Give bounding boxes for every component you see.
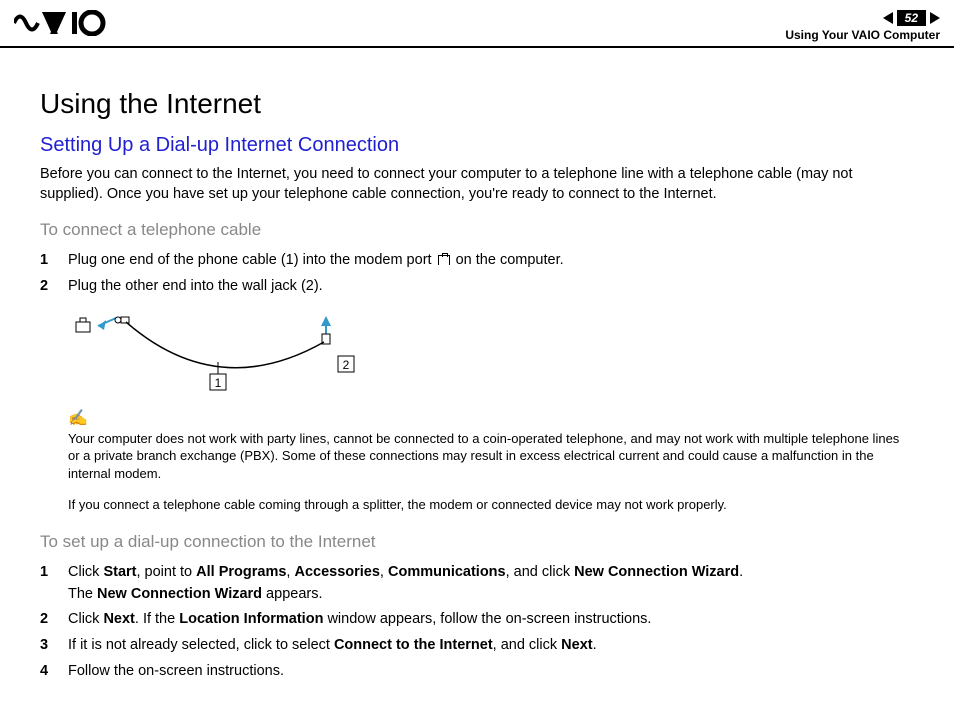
page-header: 52 Using Your VAIO Computer [0,0,954,48]
section2-heading: To set up a dial-up connection to the In… [40,532,914,552]
diagram-label-1: 1 [215,376,222,390]
step-number: 1 [40,562,68,606]
page-content: Using the Internet Setting Up a Dial-up … [0,48,954,717]
page-title: Using the Internet [40,88,914,120]
cable-diagram: 1 2 [68,312,368,392]
modem-port-icon [438,255,450,265]
section-subtitle: Setting Up a Dial-up Internet Connection [40,134,914,157]
note-text-1: Your computer does not work with party l… [68,430,914,483]
step-text: If it is not already selected, click to … [68,635,914,657]
page-navigation: 52 [785,10,940,26]
note-block-1: ✍ Your computer does not work with party… [68,408,914,483]
step-number: 3 [40,635,68,657]
step-number: 1 [40,250,68,272]
note-text-2: If you connect a telephone cable coming … [68,496,914,514]
step-number: 2 [40,276,68,298]
next-page-arrow-icon[interactable] [930,12,940,24]
step-number: 2 [40,609,68,631]
step-text: Plug the other end into the wall jack (2… [68,276,914,298]
vaio-logo [14,10,124,43]
section1-heading: To connect a telephone cable [40,220,914,240]
section1-steps: 1Plug one end of the phone cable (1) int… [40,250,914,298]
step-text: Click Next. If the Location Information … [68,609,914,631]
list-item: 2Click Next. If the Location Information… [40,609,914,631]
list-item: 3If it is not already selected, click to… [40,635,914,657]
prev-page-arrow-icon[interactable] [883,12,893,24]
step-text: Plug one end of the phone cable (1) into… [68,250,914,272]
list-item: 4Follow the on-screen instructions. [40,661,914,683]
header-right: 52 Using Your VAIO Computer [785,10,940,42]
step-text: Follow the on-screen instructions. [68,661,914,683]
list-item: 1Plug one end of the phone cable (1) int… [40,250,914,272]
step-text: Click Start, point to All Programs, Acce… [68,562,914,606]
list-item: 1Click Start, point to All Programs, Acc… [40,562,914,606]
diagram-label-2: 2 [343,358,350,372]
page-number: 52 [897,10,926,26]
list-item: 2Plug the other end into the wall jack (… [40,276,914,298]
section2-steps: 1Click Start, point to All Programs, Acc… [40,562,914,683]
intro-paragraph: Before you can connect to the Internet, … [40,165,914,204]
breadcrumb: Using Your VAIO Computer [785,28,940,42]
note-icon: ✍ [68,408,88,428]
step-number: 4 [40,661,68,683]
